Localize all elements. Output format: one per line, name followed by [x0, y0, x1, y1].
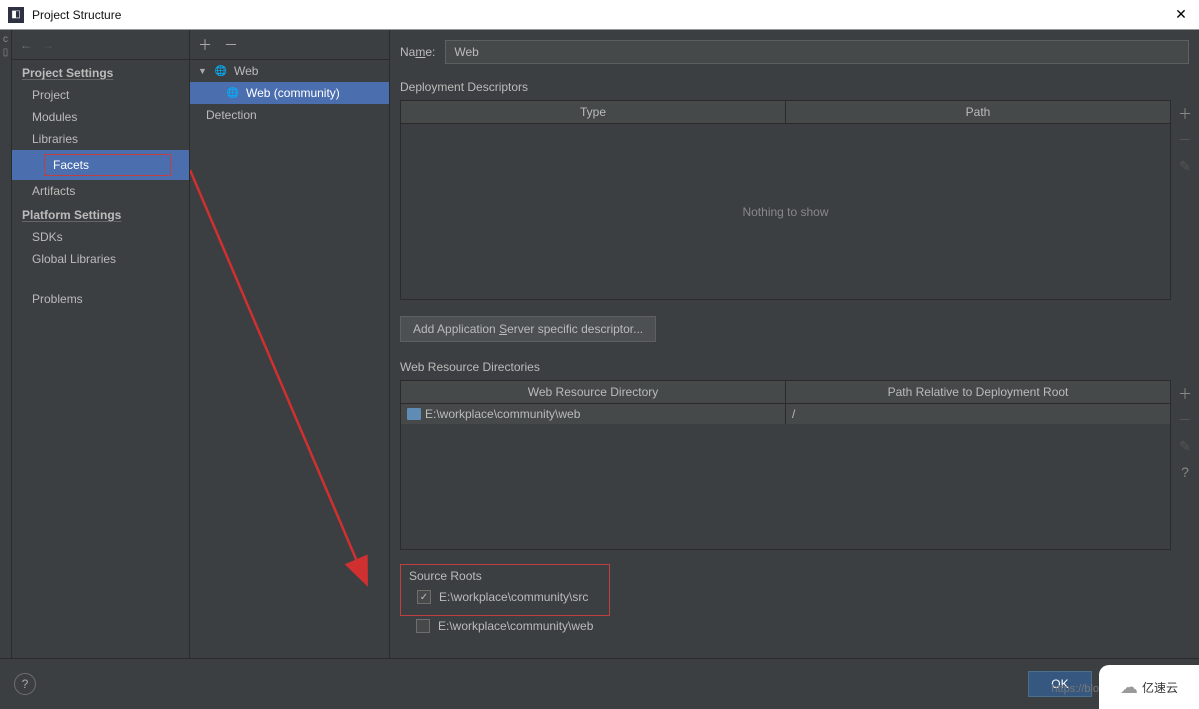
source-root-2[interactable]: E:\workplace\community\web [400, 616, 1199, 636]
nav-item-problems[interactable]: Problems [12, 288, 189, 310]
nav-item-modules[interactable]: Modules [12, 106, 189, 128]
tree-child-web-community[interactable]: 🌐 Web (community) [190, 82, 389, 104]
checkbox-checked-icon[interactable] [417, 590, 431, 604]
tree-toolbar: ＋ － [190, 30, 389, 60]
deployment-empty: Nothing to show [401, 124, 1170, 299]
edit-webres-icon[interactable]: ✎ [1177, 438, 1193, 454]
add-icon[interactable]: ＋ [198, 35, 212, 55]
nav-item-global-libraries[interactable]: Global Libraries [12, 248, 189, 270]
name-label: Name: [400, 45, 435, 59]
expand-icon[interactable]: ▼ [198, 66, 208, 76]
th-wrd: Web Resource Directory [401, 381, 786, 403]
deployment-table: Type Path Nothing to show [400, 100, 1171, 300]
remove-webres-icon[interactable]: － [1177, 412, 1193, 428]
help-webres-icon[interactable]: ? [1177, 464, 1193, 480]
nav-toolbar: ← → [12, 30, 189, 60]
web-icon: 🌐 [214, 64, 228, 78]
web-module-icon: 🌐 [226, 86, 240, 100]
name-input[interactable] [445, 40, 1189, 64]
nav-header-project: Project Settings [12, 60, 189, 84]
web-resource-title: Web Resource Directories [400, 360, 1199, 374]
facets-highlight-box: Facets [44, 154, 171, 176]
source-root-1[interactable]: E:\workplace\community\src [409, 587, 601, 607]
tree-column: ＋ － ▼ 🌐 Web 🌐 Web (community) Detection [190, 30, 390, 658]
nav-item-artifacts[interactable]: Artifacts [12, 180, 189, 202]
source-roots-highlight: Source Roots E:\workplace\community\src [400, 564, 610, 616]
add-webres-icon[interactable]: ＋ [1177, 386, 1193, 402]
tree-root-web[interactable]: ▼ 🌐 Web [190, 60, 389, 82]
forward-icon[interactable]: → [42, 38, 54, 52]
footer: ? OK Cancel [0, 658, 1199, 709]
back-icon[interactable]: ← [20, 38, 32, 52]
nav-header-platform: Platform Settings [12, 202, 189, 226]
th-rel: Path Relative to Deployment Root [786, 381, 1170, 403]
gutter: c▯ [0, 30, 12, 658]
nav-column: ← → Project Settings Project Modules Lib… [12, 30, 190, 658]
close-icon[interactable]: ✕ [1171, 6, 1191, 23]
web-resource-table: Web Resource Directory Path Relative to … [400, 380, 1171, 550]
title-bar: ◧ Project Structure ✕ [0, 0, 1199, 30]
deployment-descriptors-title: Deployment Descriptors [400, 80, 1199, 94]
nav-item-project[interactable]: Project [12, 84, 189, 106]
webres-side-buttons: ＋ － ✎ ? [1171, 380, 1199, 550]
name-row: Name: [400, 40, 1199, 64]
main-area: c▯ ← → Project Settings Project Modules … [0, 30, 1199, 658]
deployment-side-buttons: ＋ － ✎ [1171, 100, 1199, 300]
edit-descriptor-icon[interactable]: ✎ [1177, 158, 1193, 174]
app-icon: ◧ [8, 7, 24, 23]
remove-descriptor-icon[interactable]: － [1177, 132, 1193, 148]
remove-icon[interactable]: － [224, 35, 238, 55]
add-app-server-button[interactable]: Add Application Server specific descript… [400, 316, 656, 342]
source-roots-title: Source Roots [409, 569, 601, 583]
th-path: Path [786, 101, 1170, 123]
nav-item-sdks[interactable]: SDKs [12, 226, 189, 248]
th-type: Type [401, 101, 786, 123]
help-icon[interactable]: ? [14, 673, 36, 695]
table-row[interactable]: E:\workplace\community\web / [401, 404, 1170, 424]
content-pane: Name: Deployment Descriptors Type Path N… [390, 30, 1199, 658]
source-roots-section: Source Roots E:\workplace\community\src … [400, 560, 1199, 636]
folder-icon [407, 408, 421, 420]
nav-item-libraries[interactable]: Libraries [12, 128, 189, 150]
add-descriptor-icon[interactable]: ＋ [1177, 106, 1193, 122]
tree-detection[interactable]: Detection [190, 104, 389, 126]
checkbox-icon[interactable] [416, 619, 430, 633]
cloud-icon: ☁ [1120, 677, 1138, 698]
watermark-logo: ☁ 亿速云 [1099, 665, 1199, 709]
window-title: Project Structure [32, 8, 1171, 22]
nav-item-facets[interactable]: Facets [12, 150, 189, 180]
